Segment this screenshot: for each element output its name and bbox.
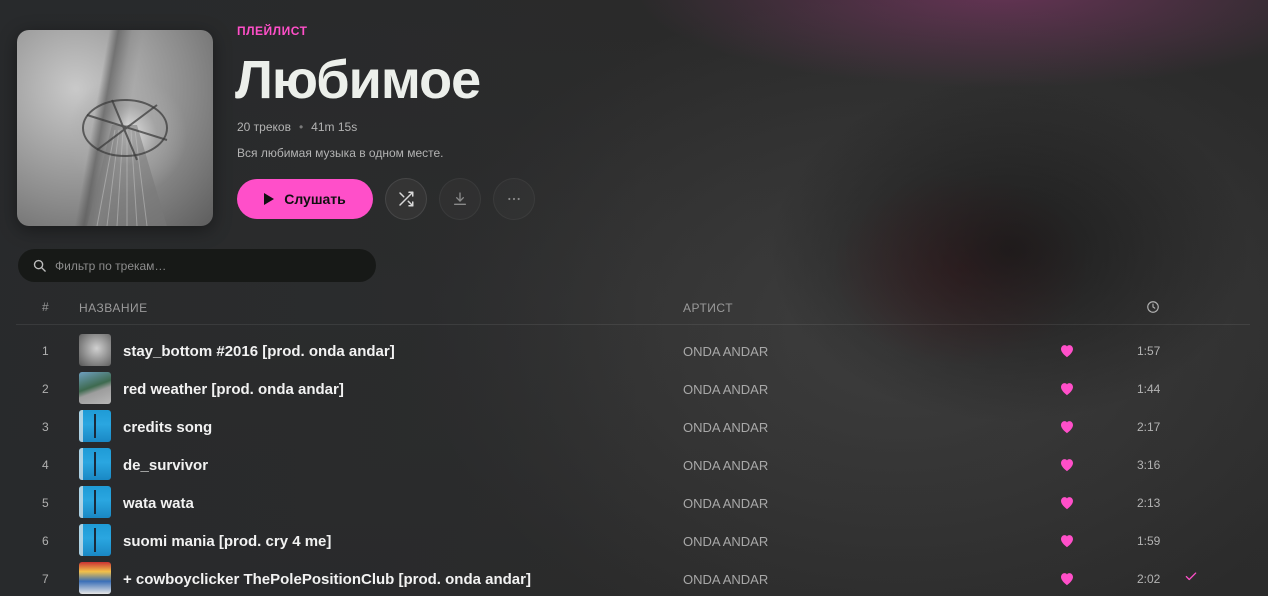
table-row[interactable]: 3 credits song ONDA ANDAR 2:17 xyxy=(16,408,1250,446)
track-list: 1 stay_bottom #2016 [prod. onda andar] O… xyxy=(16,332,1250,596)
track-title[interactable]: stay_bottom #2016 [prod. onda andar] xyxy=(123,343,395,360)
shuffle-icon xyxy=(399,191,414,207)
column-artist[interactable]: АРТИСТ xyxy=(683,301,733,315)
track-number: 2 xyxy=(42,382,49,396)
track-duration: 3:16 xyxy=(1137,458,1161,472)
table-row[interactable]: 1 stay_bottom #2016 [prod. onda andar] O… xyxy=(16,332,1250,370)
play-icon xyxy=(264,193,275,205)
meta-separator: • xyxy=(298,120,304,134)
playlist-page: ПЛЕЙЛИСТ Любимое 20 треков • 41m 15s Вся… xyxy=(0,0,1268,596)
heart-icon[interactable] xyxy=(1059,419,1075,434)
track-thumbnail xyxy=(79,486,111,518)
search-icon xyxy=(33,259,46,272)
track-artist[interactable]: ONDA ANDAR xyxy=(683,572,768,587)
track-thumbnail xyxy=(79,372,111,404)
play-button[interactable]: Слушать xyxy=(237,179,373,219)
shuffle-button[interactable] xyxy=(385,178,427,220)
downloaded-check-icon xyxy=(1185,572,1197,581)
track-title[interactable]: wata wata xyxy=(123,495,194,512)
track-table-header: # НАЗВАНИЕ АРТИСТ xyxy=(16,290,1250,325)
track-title[interactable]: + cowboyclicker ThePolePositionClub [pro… xyxy=(123,571,531,588)
track-title[interactable]: credits song xyxy=(123,419,212,436)
column-duration[interactable] xyxy=(1146,300,1160,317)
track-duration: 1:57 xyxy=(1137,344,1161,358)
track-number: 7 xyxy=(42,572,49,586)
track-title[interactable]: suomi mania [prod. cry 4 me] xyxy=(123,533,331,550)
track-artist[interactable]: ONDA ANDAR xyxy=(683,496,768,511)
heart-icon[interactable] xyxy=(1059,571,1075,586)
track-duration: 2:17 xyxy=(1137,420,1161,434)
download-icon xyxy=(454,192,466,205)
track-artist[interactable]: ONDA ANDAR xyxy=(683,458,768,473)
track-number: 3 xyxy=(42,420,49,434)
track-artist[interactable]: ONDA ANDAR xyxy=(683,420,768,435)
heart-icon[interactable] xyxy=(1059,533,1075,548)
playlist-duration: 41m 15s xyxy=(311,120,358,134)
track-duration: 1:44 xyxy=(1137,382,1161,396)
track-filter[interactable] xyxy=(18,249,376,282)
heart-icon[interactable] xyxy=(1059,457,1075,472)
playlist-meta: 20 треков • 41m 15s xyxy=(237,120,357,134)
track-title[interactable]: red weather [prod. onda andar] xyxy=(123,381,344,398)
track-count: 20 треков xyxy=(237,120,291,134)
playlist-description: Вся любимая музыка в одном месте. xyxy=(237,146,444,160)
track-title[interactable]: de_survivor xyxy=(123,457,208,474)
track-number: 6 xyxy=(42,534,49,548)
track-duration: 1:59 xyxy=(1137,534,1161,548)
track-artist[interactable]: ONDA ANDAR xyxy=(683,344,768,359)
table-row[interactable]: 2 red weather [prod. onda andar] ONDA AN… xyxy=(16,370,1250,408)
track-thumbnail xyxy=(79,524,111,556)
table-row[interactable]: 6 suomi mania [prod. cry 4 me] ONDA ANDA… xyxy=(16,522,1250,560)
track-duration: 2:13 xyxy=(1137,496,1161,510)
track-number: 4 xyxy=(42,458,49,472)
playlist-cover xyxy=(17,30,213,226)
track-number: 1 xyxy=(42,344,49,358)
more-icon xyxy=(508,197,520,201)
table-row[interactable]: 7 + cowboyclicker ThePolePositionClub [p… xyxy=(16,560,1250,596)
track-thumbnail xyxy=(79,334,111,366)
heart-icon[interactable] xyxy=(1059,343,1075,358)
playlist-type-label: ПЛЕЙЛИСТ xyxy=(237,24,308,38)
track-duration: 2:02 xyxy=(1137,572,1161,586)
track-artist[interactable]: ONDA ANDAR xyxy=(683,382,768,397)
track-artist[interactable]: ONDA ANDAR xyxy=(683,534,768,549)
heart-icon[interactable] xyxy=(1059,495,1075,510)
track-thumbnail xyxy=(79,410,111,442)
play-button-label: Слушать xyxy=(284,191,346,207)
track-number: 5 xyxy=(42,496,49,510)
track-thumbnail xyxy=(79,448,111,480)
table-row[interactable]: 4 de_survivor ONDA ANDAR 3:16 xyxy=(16,446,1250,484)
search-input[interactable] xyxy=(55,258,355,273)
column-title[interactable]: НАЗВАНИЕ xyxy=(79,301,148,315)
table-row[interactable]: 5 wata wata ONDA ANDAR 2:13 xyxy=(16,484,1250,522)
clock-icon xyxy=(1147,301,1159,313)
track-thumbnail xyxy=(79,562,111,594)
heart-icon[interactable] xyxy=(1059,381,1075,396)
more-options-button[interactable] xyxy=(493,178,535,220)
page-title: Любимое xyxy=(235,50,481,110)
download-button[interactable] xyxy=(439,178,481,220)
column-number: # xyxy=(42,300,50,314)
